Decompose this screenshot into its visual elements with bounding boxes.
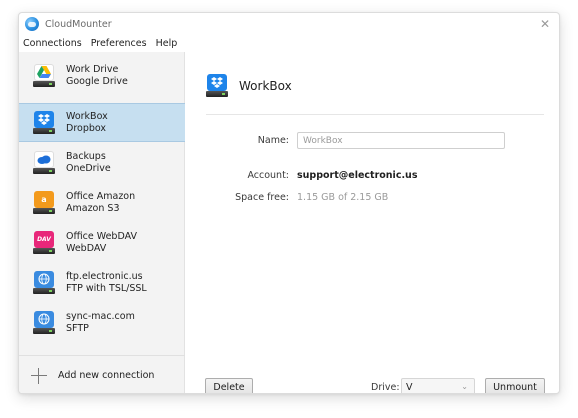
add-connection-button[interactable]: Add new connection <box>19 355 185 393</box>
sidebar-item-backups[interactable]: Backups OneDrive <box>19 143 185 182</box>
connection-name: sync-mac.com <box>66 310 135 322</box>
sftp-globe-icon <box>33 310 55 335</box>
app-window: CloudMounter ✕ Connections Preferences H… <box>18 12 560 394</box>
unmount-button[interactable]: Unmount <box>485 378 545 393</box>
sidebar-item-ftp-electronic[interactable]: ftp.electronic.us FTP with TSL/SSL <box>19 263 185 302</box>
connection-name: Work Drive <box>66 63 119 75</box>
connection-details-panel: WorkBox Name: Account: support@electroni… <box>185 52 559 393</box>
connection-name: WorkBox <box>66 110 108 122</box>
space-free-value: 1.15 GB of 2.15 GB <box>297 192 389 203</box>
sidebar-item-sync-mac[interactable]: sync-mac.com SFTP <box>19 303 185 342</box>
connection-type: Amazon S3 <box>66 202 120 214</box>
name-label: Name: <box>257 135 289 146</box>
webdav-icon: DAV <box>33 230 55 255</box>
name-input[interactable] <box>297 132 505 149</box>
page-title: WorkBox <box>239 79 292 93</box>
sidebar-item-office-amazon[interactable]: a Office Amazon Amazon S3 <box>19 183 185 222</box>
account-label: Account: <box>247 170 289 181</box>
connection-type: Google Drive <box>66 75 128 87</box>
delete-button[interactable]: Delete <box>205 378 253 393</box>
details-header: WorkBox <box>206 74 292 98</box>
connection-name: Office Amazon <box>66 190 136 202</box>
connection-type: OneDrive <box>66 162 111 174</box>
header-divider <box>206 114 544 115</box>
sidebar-item-work-drive[interactable]: Work Drive Google Drive <box>19 56 185 95</box>
sidebar-item-workbox[interactable]: WorkBox Dropbox <box>19 103 185 142</box>
menu-preferences[interactable]: Preferences <box>91 38 147 49</box>
connection-name: Office WebDAV <box>66 230 137 242</box>
connection-type: FTP with TSL/SSL <box>66 282 147 294</box>
title-bar: CloudMounter ✕ <box>19 13 559 35</box>
ftp-globe-icon <box>33 270 55 295</box>
menu-help[interactable]: Help <box>156 38 178 49</box>
menu-bar: Connections Preferences Help <box>19 35 559 52</box>
connection-type: WebDAV <box>66 242 107 254</box>
connections-sidebar: Work Drive Google Drive WorkBox Dropbox … <box>19 52 185 393</box>
drive-label: Drive: <box>371 382 400 393</box>
account-value: support@electronic.us <box>297 170 418 181</box>
close-icon[interactable]: ✕ <box>538 17 552 31</box>
onedrive-icon <box>33 150 55 175</box>
connection-name: ftp.electronic.us <box>66 270 143 282</box>
dropbox-icon <box>206 74 228 98</box>
plus-icon <box>31 367 47 384</box>
sidebar-item-office-webdav[interactable]: DAV Office WebDAV WebDAV <box>19 223 185 262</box>
add-connection-label: Add new connection <box>58 370 155 381</box>
drive-letter-select[interactable]: V ⌄ <box>401 378 475 393</box>
connection-type: SFTP <box>66 322 89 334</box>
amazon-s3-icon: a <box>33 190 55 215</box>
chevron-down-icon: ⌄ <box>461 382 468 391</box>
cloudmounter-app-icon <box>25 17 39 31</box>
space-free-label: Space free: <box>235 192 289 203</box>
dropbox-icon <box>33 110 55 135</box>
connection-name: Backups <box>66 150 106 162</box>
window-title: CloudMounter <box>45 18 112 30</box>
google-drive-icon <box>33 63 55 88</box>
menu-connections[interactable]: Connections <box>23 38 82 49</box>
drive-letter-value: V <box>406 381 413 393</box>
connection-type: Dropbox <box>66 122 107 134</box>
